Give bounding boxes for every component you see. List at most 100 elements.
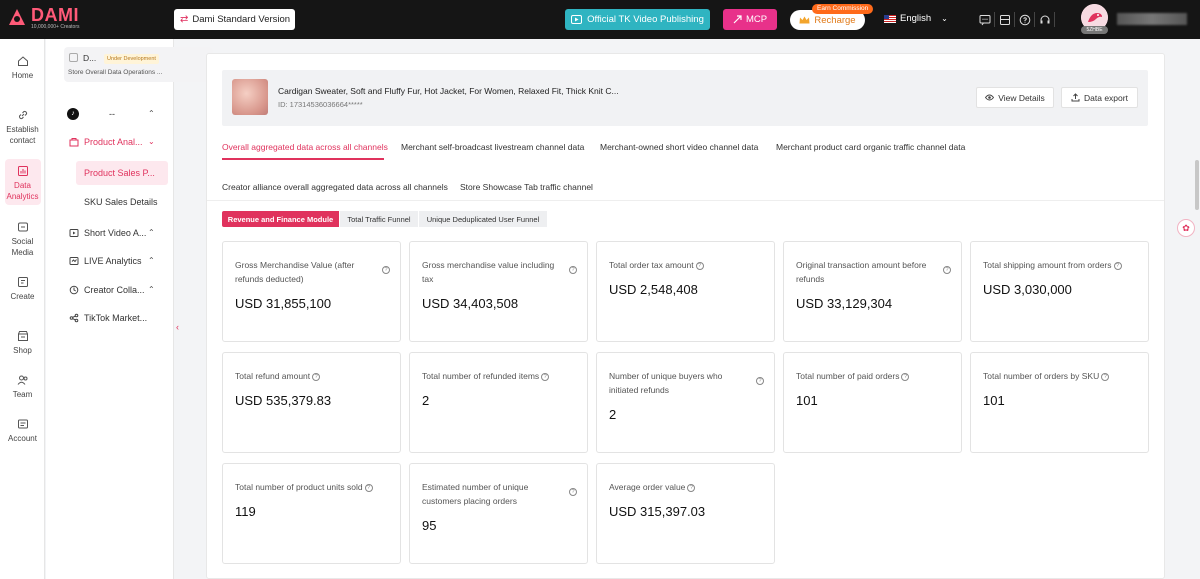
- floating-assistant-icon[interactable]: ✿: [1177, 219, 1195, 237]
- metric-label: Gross merchandise value including tax: [422, 260, 555, 284]
- metric-label-wrap: Total refund amount?: [235, 369, 395, 383]
- product-icon: [69, 138, 79, 147]
- rail-item-create[interactable]: Create: [0, 276, 45, 302]
- chevron-up-icon[interactable]: ⌃: [148, 285, 155, 294]
- product-title: Cardigan Sweater, Soft and Fluffy Fur, H…: [278, 86, 619, 96]
- account-label: --: [109, 109, 115, 119]
- help-icon[interactable]: ?: [687, 483, 696, 492]
- user-name-blurred[interactable]: [1117, 13, 1187, 25]
- account-selector[interactable]: --: [109, 109, 115, 119]
- menu-live-analytics[interactable]: LIVE Analytics: [69, 256, 142, 266]
- product-thumbnail: [232, 79, 268, 115]
- version-switch-button[interactable]: ⇄ Dami Standard Version: [174, 9, 295, 30]
- wallet-icon[interactable]: [995, 12, 1015, 27]
- help-icon[interactable]: ?: [901, 372, 910, 381]
- metric-card-original-transaction: Original transaction amount before refun…: [783, 241, 962, 342]
- metric-card-orders-by-sku: Total number of orders by SKU? 101: [970, 352, 1149, 453]
- metric-label-wrap: Total number of refunded items?: [422, 369, 582, 383]
- rail-item-home[interactable]: Home: [0, 55, 45, 81]
- data-export-button[interactable]: Data export: [1061, 87, 1138, 108]
- store-subtitle: Store Overall Data Operations ...: [68, 69, 163, 76]
- help-icon[interactable]: ?: [364, 483, 373, 492]
- help-icon[interactable]: ?: [1113, 261, 1122, 270]
- language-label: English: [900, 13, 932, 24]
- metric-label: Gross Merchandise Value (after refunds d…: [235, 260, 355, 284]
- help-icon[interactable]: ?: [541, 372, 550, 381]
- message-icon[interactable]: [975, 12, 995, 27]
- tab-divider: [207, 200, 1164, 201]
- menu-product-sales[interactable]: Product Sales P...: [76, 161, 168, 185]
- metric-value: USD 34,403,508: [422, 296, 519, 311]
- metric-value: USD 315,397.03: [609, 504, 706, 519]
- chart-icon: [17, 166, 28, 176]
- left-rail: Home Establish contact Data Analytics So…: [0, 39, 45, 579]
- logo-mark-icon: [6, 6, 28, 28]
- module-total-traffic-funnel[interactable]: Total Traffic Funnel: [340, 211, 418, 227]
- rail-label-home: Home: [11, 71, 34, 80]
- chevron-up-icon[interactable]: ⌃: [148, 228, 155, 237]
- help-icon[interactable]: ?: [569, 266, 577, 274]
- metric-value: 2: [609, 407, 617, 422]
- help-icon[interactable]: [1015, 12, 1035, 27]
- tab-overall-aggregated[interactable]: Overall aggregated data across all chann…: [222, 142, 388, 152]
- collapse-menu-icon[interactable]: ‹: [176, 322, 179, 332]
- menu-product-analysis[interactable]: Product Anal...: [69, 137, 143, 147]
- version-label: Dami Standard Version: [192, 14, 291, 25]
- rail-item-establish-contact[interactable]: Establish contact: [0, 109, 45, 146]
- menu-short-video[interactable]: Short Video A...: [69, 228, 146, 238]
- tab-product-card-organic[interactable]: Merchant product card organic traffic ch…: [776, 142, 965, 152]
- metric-card-refund-amount: Total refund amount? USD 535,379.83: [222, 352, 401, 453]
- tab-merchant-livestream[interactable]: Merchant self-broadcast livestream chann…: [401, 142, 584, 152]
- rail-item-shop[interactable]: Shop: [0, 330, 45, 356]
- metric-label: Total order tax amount: [609, 260, 694, 270]
- menu-short-video-label: Short Video A...: [84, 228, 147, 238]
- tab-merchant-short-video[interactable]: Merchant-owned short video channel data: [600, 142, 758, 152]
- rail-item-account[interactable]: Account: [0, 418, 45, 444]
- logo-subtitle: 10,000,000+ Creators: [31, 24, 80, 30]
- help-icon[interactable]: ?: [382, 266, 390, 274]
- metric-label: Total number of orders by SKU: [983, 371, 1100, 381]
- earn-commission-badge[interactable]: Earn Commission: [812, 4, 874, 14]
- metric-card-gmv-after-refunds: Gross Merchandise Value (after refunds d…: [222, 241, 401, 342]
- help-icon[interactable]: ?: [569, 488, 577, 496]
- metric-label: Average order value: [609, 482, 686, 492]
- switch-icon: ⇄: [180, 14, 189, 25]
- help-icon[interactable]: ?: [312, 372, 321, 381]
- module-revenue-finance[interactable]: Revenue and Finance Module: [222, 211, 339, 227]
- menu-sku-sales[interactable]: SKU Sales Details: [84, 197, 158, 207]
- tab-store-showcase[interactable]: Store Showcase Tab traffic channel: [460, 182, 593, 192]
- chevron-up-icon[interactable]: ⌃: [148, 109, 155, 118]
- help-icon[interactable]: ?: [695, 261, 704, 270]
- rail-label-social-media: Social Media: [11, 237, 34, 258]
- help-icon[interactable]: ?: [756, 377, 764, 385]
- mcp-icon: [733, 15, 742, 24]
- module-unique-user-funnel[interactable]: Unique Deduplicated User Funnel: [419, 211, 547, 227]
- view-details-button[interactable]: View Details: [976, 87, 1054, 108]
- rail-label-team: Team: [12, 390, 33, 399]
- metric-card-shipping-amount: Total shipping amount from orders? USD 3…: [970, 241, 1149, 342]
- tab-creator-alliance[interactable]: Creator alliance overall aggregated data…: [222, 182, 448, 192]
- metric-label-wrap: Average order value?: [609, 480, 769, 494]
- menu-creator-collab[interactable]: Creator Colla...: [69, 285, 145, 295]
- menu-creator-collab-label: Creator Colla...: [84, 285, 145, 295]
- menu-live-analytics-label: LIVE Analytics: [84, 256, 142, 266]
- language-selector[interactable]: English ⌄: [884, 13, 948, 24]
- metric-value: 101: [983, 393, 1005, 408]
- dami-logo[interactable]: DAMI 10,000,000+ Creators: [6, 6, 80, 30]
- mcp-button[interactable]: MCP: [723, 9, 777, 30]
- live-icon: [69, 257, 79, 265]
- help-icon[interactable]: ?: [943, 266, 951, 274]
- chevron-up-icon[interactable]: ⌃: [148, 256, 155, 265]
- tk-video-publishing-button[interactable]: Official TK Video Publishing: [565, 9, 710, 30]
- help-icon[interactable]: ?: [1101, 372, 1110, 381]
- home-icon: [17, 56, 28, 66]
- market-icon: [69, 313, 79, 323]
- rail-item-team[interactable]: Team: [0, 374, 45, 400]
- rail-item-data-analytics[interactable]: Data Analytics: [0, 165, 45, 202]
- tiktok-icon: ♪: [67, 108, 79, 120]
- headset-icon[interactable]: [1035, 12, 1055, 27]
- menu-tiktok-market[interactable]: TikTok Market...: [69, 313, 147, 323]
- rail-item-social-media[interactable]: Social Media: [0, 221, 45, 258]
- scrollbar-thumb[interactable]: [1195, 160, 1199, 210]
- chevron-down-icon[interactable]: ⌄: [148, 137, 155, 146]
